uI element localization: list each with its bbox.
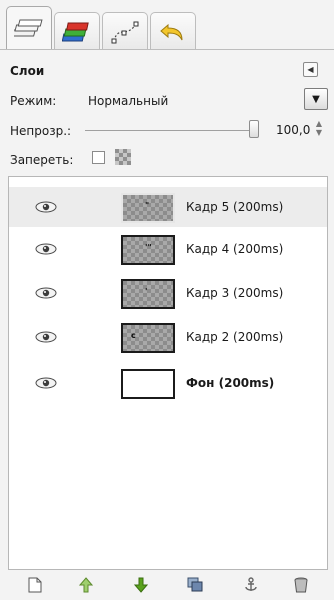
triangle-down-icon: ▼ [312,93,320,105]
anchor-layer-button[interactable] [240,574,262,596]
opacity-value[interactable]: 100,0 [276,123,310,137]
raise-layer-icon [79,577,93,593]
tab-divider [0,49,334,50]
duplicate-layer-icon [187,577,203,592]
layer-toolbar [0,570,334,600]
layer-row[interactable]: Фон (200ms) [9,363,327,403]
thumbnail-content: ' [145,287,148,296]
mode-label: Режим: [10,94,57,108]
anchor-icon [245,577,257,591]
thumbnail-content: c [131,331,136,340]
new-layer-button[interactable] [24,574,46,596]
paths-icon [111,21,139,43]
layer-name[interactable]: Кадр 3 (200ms) [186,286,283,300]
thumbnail-content: '" [145,243,152,252]
layer-name[interactable]: Кадр 5 (200ms) [186,200,283,214]
layer-row[interactable]: ' Кадр 3 (200ms) [9,273,327,313]
eye-icon[interactable] [35,331,57,343]
panel-title: Слои [10,64,45,78]
panel-menu-button[interactable]: ◀ [303,62,318,77]
layer-row[interactable]: '" Кадр 4 (200ms) [9,229,327,269]
lock-pixels-checkbox[interactable] [92,151,105,164]
tab-undo-history[interactable] [150,12,196,50]
opacity-slider-handle[interactable] [249,120,259,138]
layer-list[interactable]: " Кадр 5 (200ms) '" Кадр 4 (200ms) ' Кад… [8,176,328,570]
lower-layer-icon [134,577,148,593]
raise-layer-button[interactable] [75,574,97,596]
layer-name[interactable]: Кадр 2 (200ms) [186,330,283,344]
eye-icon[interactable] [35,377,57,389]
new-layer-icon [28,577,42,593]
layer-thumbnail[interactable]: " [121,193,175,223]
lower-layer-button[interactable] [130,574,152,596]
opacity-spinner[interactable]: ▲ ▼ [316,119,322,137]
thumbnail-content: " [145,201,150,210]
layer-row[interactable]: c Кадр 2 (200ms) [9,317,327,357]
lock-alpha-checker-icon[interactable] [115,149,131,165]
layer-thumbnail[interactable]: c [121,323,175,353]
layers-icon [14,19,43,36]
undo-history-icon [160,23,183,40]
layer-thumbnail[interactable] [121,369,175,399]
delete-layer-button[interactable] [290,574,312,596]
opacity-slider-track[interactable] [85,130,253,131]
spin-down-icon[interactable]: ▼ [316,128,322,137]
lock-label: Запереть: [10,153,74,167]
layer-name[interactable]: Кадр 4 (200ms) [186,242,283,256]
opacity-label: Непрозр.: [10,124,72,138]
eye-icon[interactable] [35,287,57,299]
eye-icon[interactable] [35,243,57,255]
tab-paths[interactable] [102,12,148,50]
tab-channels[interactable] [54,12,100,50]
channels-icon [62,22,89,41]
spin-up-icon[interactable]: ▲ [316,119,322,128]
layer-name[interactable]: Фон (200ms) [186,376,274,390]
mode-dropdown-button[interactable]: ▼ [304,88,328,110]
duplicate-layer-button[interactable] [184,574,206,596]
mode-value[interactable]: Нормальный [88,94,168,108]
layer-row[interactable]: " Кадр 5 (200ms) [9,187,327,227]
layer-thumbnail[interactable]: '" [121,235,175,265]
layer-thumbnail[interactable]: ' [121,279,175,309]
dock-tabs [6,6,198,50]
trash-icon [294,577,308,593]
triangle-left-icon: ◀ [307,65,314,74]
eye-icon[interactable] [35,201,57,213]
tab-layers[interactable] [6,6,52,50]
